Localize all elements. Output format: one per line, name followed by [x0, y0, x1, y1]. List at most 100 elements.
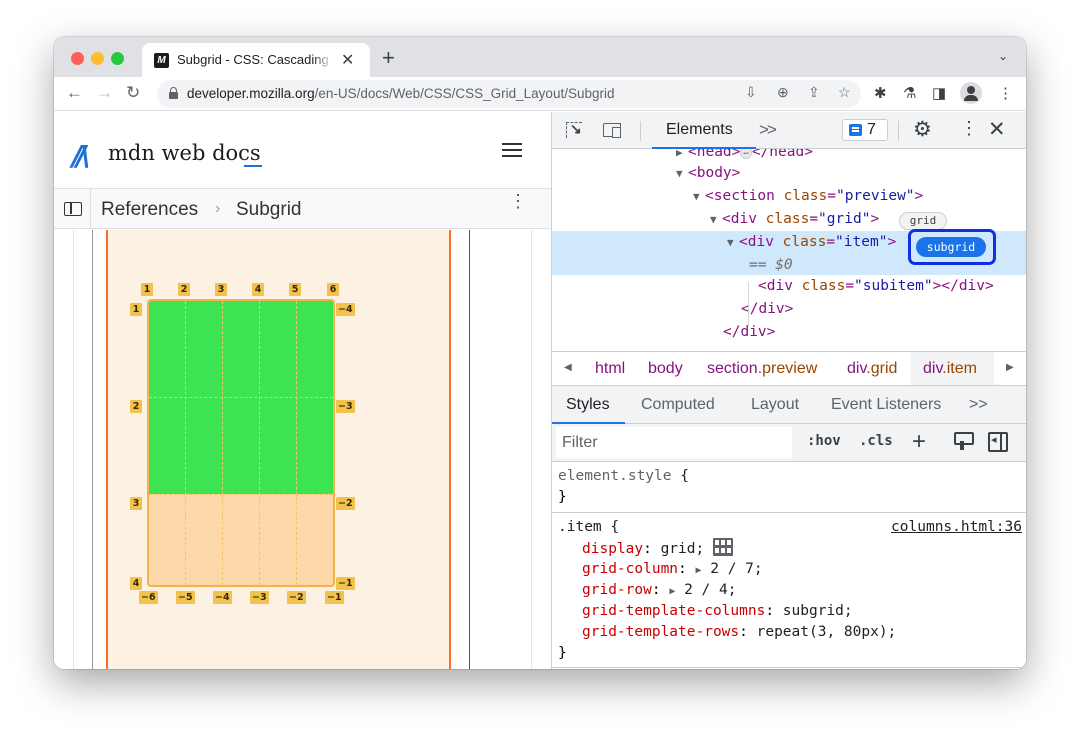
property-name[interactable]: grid-template-rows [582, 624, 739, 640]
collapsed-content-ellipsis[interactable]: … [740, 149, 752, 159]
menu-kebab-icon[interactable]: ⋮ [998, 84, 1013, 102]
grid-editor-icon[interactable] [712, 538, 733, 556]
crumb-body[interactable]: body [648, 360, 683, 378]
crumb-section[interactable]: section.preview [707, 360, 817, 378]
dom-node-subitem[interactable]: <div class="subitem"></div> [552, 275, 1026, 297]
column-line-label-top: 6 [327, 283, 339, 296]
property-name[interactable]: display [582, 541, 643, 557]
expand-shorthand-icon[interactable]: ▶ [669, 586, 675, 597]
devtools-menu-kebab-icon[interactable]: ⋮ [960, 118, 978, 139]
hover-state-toggle[interactable]: :hov [807, 433, 841, 449]
dom-node-grid[interactable]: ▼ <div class="grid"> [552, 208, 1026, 230]
labs-icon[interactable]: ⚗ [903, 84, 916, 102]
more-tabs-button[interactable]: >> [759, 120, 777, 140]
property-value[interactable]: 2 / 4; [684, 582, 736, 598]
browser-tab-active[interactable]: M Subgrid - CSS: Cascading Style Sheets … [142, 43, 370, 77]
property-name[interactable]: grid-column [582, 561, 678, 577]
declaration-display[interactable]: display: grid; [582, 538, 733, 559]
styles-filter-input[interactable] [556, 427, 792, 458]
declaration-grid-template-columns[interactable]: grid-template-columns: subgrid; [582, 601, 853, 622]
tab-computed[interactable]: Computed [641, 396, 715, 414]
property-value[interactable]: repeat(3, 80px); [757, 624, 897, 640]
crumb-class: .grid [866, 360, 898, 377]
indent-guide [748, 282, 749, 326]
crumb-div-item[interactable]: div.item [923, 360, 977, 378]
attr-name: class [782, 234, 827, 250]
tab-close-icon[interactable]: ✕ [341, 50, 354, 70]
expand-shorthand-icon[interactable]: ▶ [696, 565, 702, 576]
inspect-element-icon[interactable] [566, 122, 582, 138]
minimize-window-button[interactable] [91, 52, 104, 65]
declaration-grid-column[interactable]: grid-column: ▶ 2 / 7; [582, 559, 763, 580]
more-options-icon[interactable]: ⋮ [509, 192, 527, 210]
column-line-label-top: 1 [141, 283, 153, 296]
property-value[interactable]: 2 / 7; [710, 561, 762, 577]
close-devtools-icon[interactable]: ✕ [988, 117, 1006, 142]
tab-layout[interactable]: Layout [751, 396, 799, 414]
device-toolbar-icon[interactable] [603, 123, 621, 138]
dom-node-close-grid[interactable]: </div> [552, 321, 1026, 343]
mdn-logo-icon[interactable]: //\ [72, 139, 91, 172]
hamburger-menu-icon[interactable] [502, 143, 522, 157]
gear-icon[interactable]: ⚙ [913, 117, 932, 142]
tab-title: Subgrid - CSS: Cascading Style Sheets | … [177, 52, 333, 67]
install-icon[interactable]: ⇩ [745, 84, 757, 101]
toggle-computed-sidebar-icon[interactable] [988, 432, 1008, 452]
dom-node-body[interactable]: ▼ <body> [552, 162, 1026, 184]
breadcrumb-current[interactable]: Subgrid [236, 199, 302, 221]
profile-avatar[interactable] [960, 82, 982, 104]
crumb-tag: div [923, 360, 943, 377]
close-window-button[interactable] [71, 52, 84, 65]
share-icon[interactable]: ⇪ [808, 84, 820, 101]
declaration-grid-template-rows[interactable]: grid-template-rows: repeat(3, 80px); [582, 622, 896, 643]
dom-node-section[interactable]: ▼ <section class="preview"> [552, 185, 1026, 207]
more-panel-tabs-button[interactable]: >> [969, 396, 988, 414]
new-tab-button[interactable]: + [382, 45, 395, 71]
crumb-div-grid[interactable]: div.grid [847, 360, 897, 378]
side-panel-icon[interactable]: ◨ [932, 84, 946, 102]
tab-event-listeners[interactable]: Event Listeners [831, 396, 941, 414]
source-link[interactable]: columns.html:36 [891, 517, 1022, 538]
issues-button[interactable]: 7 [842, 119, 888, 141]
reload-button[interactable]: ↻ [126, 83, 140, 103]
breadcrumb-references-link[interactable]: References [101, 199, 198, 221]
extensions-icon[interactable]: ✱ [874, 84, 887, 102]
column-line-label-bottom: −4 [213, 591, 232, 604]
zoom-icon[interactable]: ⊕ [777, 84, 789, 101]
dom-node-head[interactable]: ▶ <head>… </head> [552, 149, 1026, 163]
dom-node-close-item[interactable]: </div> [552, 298, 1026, 320]
crumb-html[interactable]: html [595, 360, 625, 378]
subgrid-item[interactable] [147, 299, 335, 587]
sidebar-toggle-icon[interactable] [64, 202, 82, 216]
column-line-label-bottom: −2 [287, 591, 306, 604]
collapse-triangle-icon[interactable]: ▼ [693, 186, 705, 208]
class-toggle[interactable]: .cls [859, 433, 893, 449]
url-text[interactable]: developer.mozilla.org/en-US/docs/Web/CSS… [187, 86, 614, 101]
rendering-emulation-icon[interactable] [954, 432, 974, 452]
forward-button[interactable]: → [96, 83, 113, 103]
devtools-panel: Elements >> 7 ⚙ ⋮ ✕ ▶<head>…</head> ▼<bo… [552, 112, 1026, 669]
address-bar[interactable]: developer.mozilla.org/en-US/docs/Web/CSS… [157, 80, 861, 108]
tab-styles[interactable]: Styles [566, 396, 610, 414]
property-name[interactable]: grid-template-columns [582, 603, 765, 619]
devtools-toolbar: Elements >> 7 ⚙ ⋮ ✕ [552, 112, 1026, 149]
property-value[interactable]: subgrid; [783, 603, 853, 619]
bookmark-star-icon[interactable]: ☆ [838, 84, 851, 101]
chevron-down-icon[interactable]: ⌄ [998, 49, 1008, 63]
maximize-window-button[interactable] [111, 52, 124, 65]
collapse-triangle-icon[interactable]: ▼ [676, 163, 688, 185]
collapse-triangle-icon[interactable]: ▼ [710, 209, 722, 231]
tab-elements[interactable]: Elements [666, 121, 733, 139]
crumbs-scroll-right-icon[interactable]: ▶ [1006, 362, 1014, 373]
crumbs-scroll-left-icon[interactable]: ◀ [564, 362, 572, 373]
new-style-rule-icon[interactable]: + [912, 428, 926, 456]
lock-icon[interactable] [169, 87, 178, 99]
property-name[interactable]: grid-row [582, 582, 652, 598]
property-value[interactable]: grid; [661, 541, 705, 557]
mdn-logo-text[interactable]: mdn web docs [108, 141, 261, 165]
grid-badge[interactable]: grid [899, 212, 947, 230]
declaration-grid-row[interactable]: grid-row: ▶ 2 / 4; [582, 580, 736, 601]
breadcrumb-chevron-icon: › [215, 200, 221, 217]
back-button[interactable]: ← [66, 83, 83, 103]
collapse-triangle-icon[interactable]: ▼ [727, 232, 739, 254]
